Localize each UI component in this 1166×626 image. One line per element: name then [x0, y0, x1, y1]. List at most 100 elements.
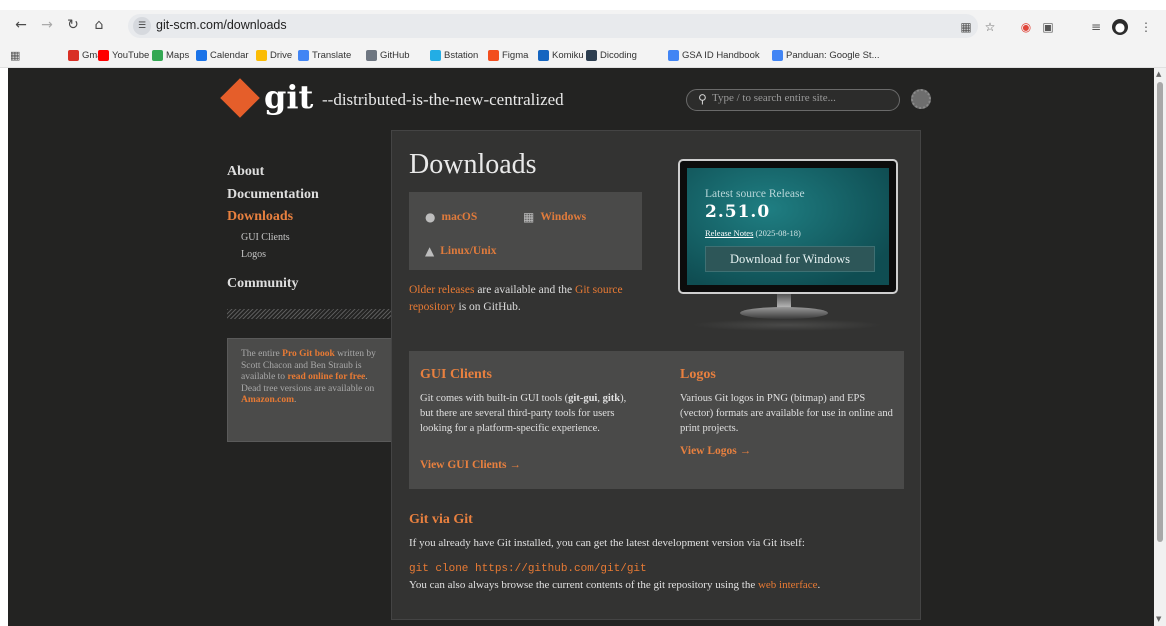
translate-icon[interactable]: ▦: [958, 19, 974, 35]
release-version: 2.51.0: [705, 202, 771, 222]
gui-git-gui: git-gui: [568, 393, 598, 404]
gui-clients-heading[interactable]: GUI Clients: [420, 367, 492, 383]
download-for-windows-button[interactable]: Download for Windows: [705, 246, 875, 272]
windows-label[interactable]: Windows: [540, 211, 586, 223]
bookmark-item[interactable]: Figma: [488, 48, 528, 62]
bookmark-label[interactable]: Bstation: [444, 50, 478, 61]
amazon-link[interactable]: Amazon.com: [241, 395, 294, 405]
bookmark-item[interactable]: Drive: [256, 48, 292, 62]
bookmark-item[interactable]: Translate: [298, 48, 351, 62]
tab-search-icon[interactable]: ≡: [1088, 19, 1104, 35]
bookmark-icon: [668, 49, 679, 61]
bookmark-label[interactable]: YouTube: [112, 50, 149, 61]
bookmark-icon: [366, 49, 377, 61]
bookmark-item[interactable]: Bstation: [430, 48, 478, 62]
release-notes-link[interactable]: Release Notes: [705, 228, 753, 238]
bookmark-label[interactable]: Maps: [166, 50, 189, 61]
bookmark-label[interactable]: Drive: [270, 50, 292, 61]
sidebar-item-about[interactable]: About: [227, 164, 264, 180]
bookmark-item[interactable]: YouTube: [98, 48, 149, 62]
web-interface-link[interactable]: web interface: [758, 579, 818, 591]
sidebar-divider: [227, 309, 392, 319]
bookmark-label[interactable]: Komiku: [552, 50, 584, 61]
search-icon: ⚲: [698, 92, 707, 106]
view-logos-link[interactable]: View Logos →: [680, 445, 751, 457]
theme-toggle-icon[interactable]: [911, 89, 931, 109]
macos-link[interactable]: ● macOS: [425, 210, 477, 224]
windows-link[interactable]: ▦ Windows: [523, 210, 586, 224]
bookmark-item[interactable]: GitHub: [366, 48, 410, 62]
reload-icon[interactable]: ↻: [62, 14, 84, 36]
bookmark-label[interactable]: Figma: [502, 50, 528, 61]
monitor-stand: [777, 294, 791, 308]
bookmark-icon: [772, 49, 783, 61]
bookmark-item[interactable]: Dicoding: [586, 48, 637, 62]
bookmark-icon: [430, 49, 441, 61]
web-text-2: .: [817, 579, 821, 591]
bookmark-item[interactable]: Maps: [152, 48, 189, 62]
sidebar-item-documentation[interactable]: Documentation: [227, 187, 319, 203]
site-info-icon[interactable]: ☰: [133, 17, 151, 35]
monitor-base: [740, 307, 828, 319]
bookmark-star-icon[interactable]: ☆: [982, 19, 998, 35]
bookmark-label[interactable]: GitHub: [380, 50, 410, 61]
view-gui-clients-link[interactable]: View GUI Clients →: [420, 459, 521, 471]
scroll-up-icon[interactable]: ▲: [1156, 70, 1161, 78]
bookmark-item[interactable]: Panduan: Google St...: [772, 48, 879, 62]
bookmark-label[interactable]: Calendar: [210, 50, 249, 61]
home-icon[interactable]: ⌂: [88, 14, 110, 36]
pro-git-book-link[interactable]: Pro Git book: [282, 349, 335, 359]
extensions-puzzle-icon[interactable]: ▣: [1040, 19, 1056, 35]
bookmark-item[interactable]: Calendar: [196, 48, 249, 62]
linux-link[interactable]: ▲ Linux/Unix: [425, 244, 496, 258]
bookmark-icon: [98, 49, 109, 61]
sidebar-item-downloads[interactable]: Downloads: [227, 209, 293, 225]
apple-icon: ●: [425, 210, 436, 224]
monitor-shadow: [692, 319, 882, 331]
scroll-down-icon[interactable]: ▼: [1156, 615, 1161, 623]
sidebar-subitem-logos[interactable]: Logos: [241, 249, 266, 260]
macos-label[interactable]: macOS: [441, 211, 477, 223]
page-content: git --distributed-is-the-new-centralized…: [8, 68, 1154, 626]
linux-label[interactable]: Linux/Unix: [440, 245, 496, 257]
page-title: Downloads: [409, 149, 537, 180]
git-via-git-heading: Git via Git: [409, 512, 473, 527]
older-text-2: is on GitHub.: [455, 301, 521, 313]
older-text-1: are available and the: [474, 284, 576, 296]
scrollbar-thumb[interactable]: [1157, 82, 1163, 542]
forward-icon[interactable]: →: [36, 14, 58, 36]
bookmark-label[interactable]: Translate: [312, 50, 351, 61]
bookmark-label[interactable]: Dicoding: [600, 50, 637, 61]
gui-logos-box: GUI Clients Git comes with built-in GUI …: [409, 351, 904, 489]
read-online-link[interactable]: read online for free: [287, 372, 365, 382]
scrollbar[interactable]: ▲ ▼: [1154, 68, 1166, 626]
bookmark-item[interactable]: Komiku: [538, 48, 584, 62]
search-box[interactable]: ⚲: [686, 89, 900, 111]
search-input[interactable]: [712, 92, 892, 104]
older-releases-link[interactable]: Older releases: [409, 284, 474, 296]
sidebar-subitem-gui-clients[interactable]: GUI Clients: [241, 232, 290, 243]
browser-toolbar: ← → ↻ ⌂ ☰ git-scm.com/downloads ▦ ☆ ◉ ▣ …: [0, 10, 1166, 42]
logos-heading[interactable]: Logos: [680, 367, 716, 383]
apps-grid-icon[interactable]: ▦: [10, 48, 20, 62]
url-text[interactable]: git-scm.com/downloads: [156, 18, 287, 32]
menu-kebab-icon[interactable]: ⋮: [1138, 19, 1154, 35]
extension-icon[interactable]: ◉: [1018, 19, 1034, 35]
bookmark-item[interactable]: GSA ID Handbook: [668, 48, 760, 62]
bookmark-label[interactable]: GSA ID Handbook: [682, 50, 760, 61]
sidebar-item-community[interactable]: Community: [227, 276, 299, 292]
back-icon[interactable]: ←: [10, 14, 32, 36]
git-clone-command[interactable]: git clone https://github.com/git/git: [409, 563, 647, 575]
profile-avatar[interactable]: ●: [1112, 19, 1128, 35]
linux-icon: ▲: [425, 244, 435, 258]
older-releases-text: Older releases are available and the Git…: [409, 282, 659, 316]
git-logo-icon[interactable]: [220, 78, 260, 118]
git-logo-text[interactable]: git: [264, 78, 313, 116]
address-bar[interactable]: ☰ git-scm.com/downloads: [128, 14, 978, 38]
bookmark-label[interactable]: Panduan: Google St...: [786, 50, 879, 61]
bookmark-icon: [488, 49, 499, 61]
gui-gitk: gitk: [602, 393, 621, 404]
bookmark-icon: [538, 49, 549, 61]
bookmark-icon: [196, 49, 207, 61]
gui-text-1: Git comes with built-in GUI tools (: [420, 393, 569, 404]
